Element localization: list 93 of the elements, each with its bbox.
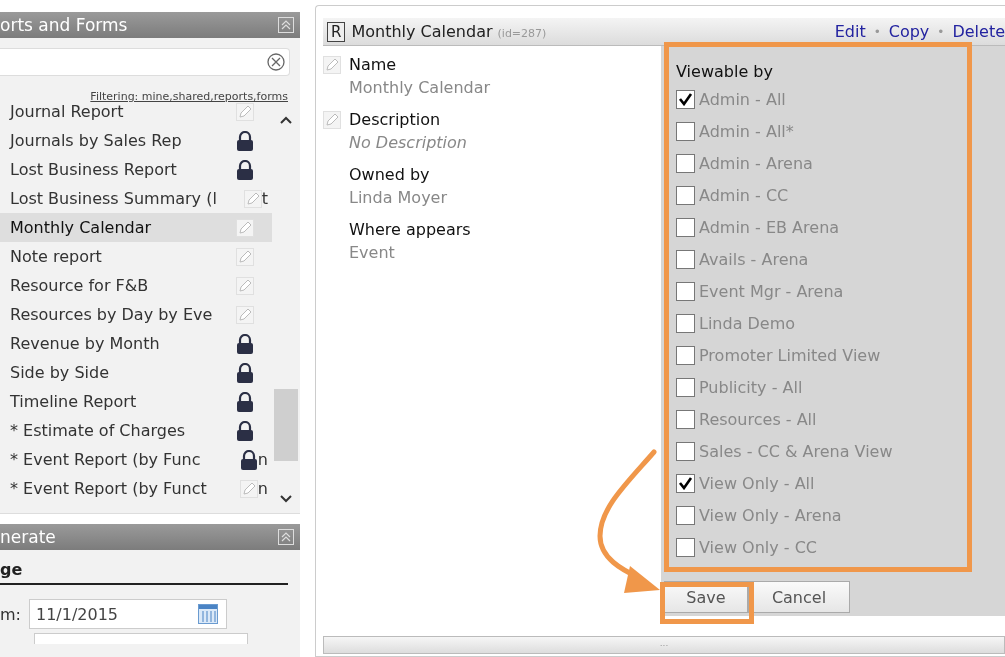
report-title: Monthly Calendar [351,22,493,41]
checkbox[interactable] [676,217,695,237]
separator-dot: • [873,24,881,39]
action-link[interactable]: Edit [834,22,866,41]
report-list-item[interactable]: Revenue by Month [0,329,272,358]
checkbox-label: View Only - Arena [699,505,842,525]
pencil-icon [239,479,258,498]
checkbox[interactable] [676,377,695,397]
filter-link[interactable]: Filtering: mine,shared,reports,forms [0,90,288,103]
collapse-icon [278,17,294,33]
lock-icon [239,449,258,470]
report-list-item[interactable]: Journal Report [0,103,272,126]
field-value: Monthly Calendar [349,77,492,99]
checkbox[interactable] [676,505,695,525]
checkbox-label: Resources - All [699,409,817,429]
lock-icon [236,362,254,383]
checkbox-label: Avails - Arena [699,249,809,269]
field-value: Event [349,242,396,264]
checkbox-label: Event Mgr - Arena [699,281,844,301]
scrollbar-thumb[interactable] [274,389,298,461]
report-list-item[interactable]: Monthly Calendar [0,213,272,242]
lock-icon [236,391,254,412]
scroll-up-icon [279,115,293,125]
pencil-icon [236,305,254,324]
action-link[interactable]: Copy [888,22,930,41]
checkbox[interactable] [676,185,695,205]
checkbox-label: Publicity - All [699,377,803,397]
checkbox[interactable] [676,89,695,109]
checkbox-label: Admin - Arena [699,153,813,173]
checkbox-label: Promoter Limited View [699,345,881,365]
report-list-item[interactable]: Journals by Sales Rep [0,126,272,155]
field-label: m: [0,604,21,624]
pencil-icon [236,103,254,121]
checkbox[interactable] [676,537,695,557]
lock-icon [236,420,254,441]
checkbox-label: View Only - CC [699,537,817,557]
checkbox[interactable] [676,281,695,301]
section-title: Viewable by [676,62,774,81]
checkbox[interactable] [676,153,695,173]
collapse-icon [278,529,294,545]
field-label: Owned by [349,164,431,186]
checkbox-label: View Only - All [699,473,815,493]
field-value: Linda Moyer [349,187,449,209]
field-label: Name [349,54,398,76]
lock-icon [236,333,254,354]
check-icon [678,92,693,106]
panel-title: orts and Forms [0,15,128,35]
field-label: Description [349,109,442,131]
date-field[interactable] [34,633,248,644]
checkbox-label: Sales - CC & Arena View [699,441,893,461]
lock-icon [236,159,254,180]
calendar-icon [198,604,218,624]
pencil-icon [243,189,262,208]
report-list-item[interactable]: Resource for F&B [0,271,272,300]
checkbox[interactable] [676,409,695,429]
report-list-item[interactable]: * Event Report (by Func n [0,445,272,474]
pencil-icon [236,218,254,237]
report-list-item[interactable]: Note report [0,242,272,271]
clear-icon [267,53,285,71]
scroll-down-icon [279,493,293,503]
field-value: No Description [349,132,468,154]
section-heading: ge [0,560,288,585]
panel-title: nerate [0,527,56,547]
search-field[interactable] [0,48,290,76]
report-list-item[interactable]: Side by Side [0,358,272,387]
separator-dot: • [937,24,945,39]
checkbox-label: Admin - All* [699,121,794,141]
checkbox[interactable] [676,441,695,461]
checkbox[interactable] [676,121,695,141]
report-list-item[interactable]: Resources by Day by Eve [0,300,272,329]
report-id: (id=287) [497,27,547,40]
report-list-item[interactable]: * Estimate of Charges [0,416,272,445]
checkbox[interactable] [676,313,695,333]
checkbox-label: Admin - All [699,89,786,109]
report-list-item[interactable]: * Event Report (by Funct n [0,474,272,503]
checkbox-label: Admin - EB Arena [699,217,840,237]
check-icon [678,476,693,490]
cancel-button[interactable]: Cancel [748,581,850,613]
pencil-icon [236,276,254,295]
date-field[interactable]: 11/1/2015 [29,599,227,629]
report-badge: R [327,21,346,42]
lock-icon [236,130,254,151]
report-list-item[interactable]: Timeline Report [0,387,272,416]
pencil-icon [236,247,254,266]
checkbox-label: Admin - CC [699,185,789,205]
checkbox[interactable] [676,249,695,269]
report-list-item[interactable]: Lost Business Report [0,155,272,184]
action-link[interactable]: Delete [952,22,1005,41]
checkbox-label: Linda Demo [699,313,796,333]
checkbox[interactable] [676,473,695,493]
field-label: Where appears [349,219,472,241]
checkbox[interactable] [676,345,695,365]
report-list-item[interactable]: Lost Business Summary (l t [0,184,272,213]
